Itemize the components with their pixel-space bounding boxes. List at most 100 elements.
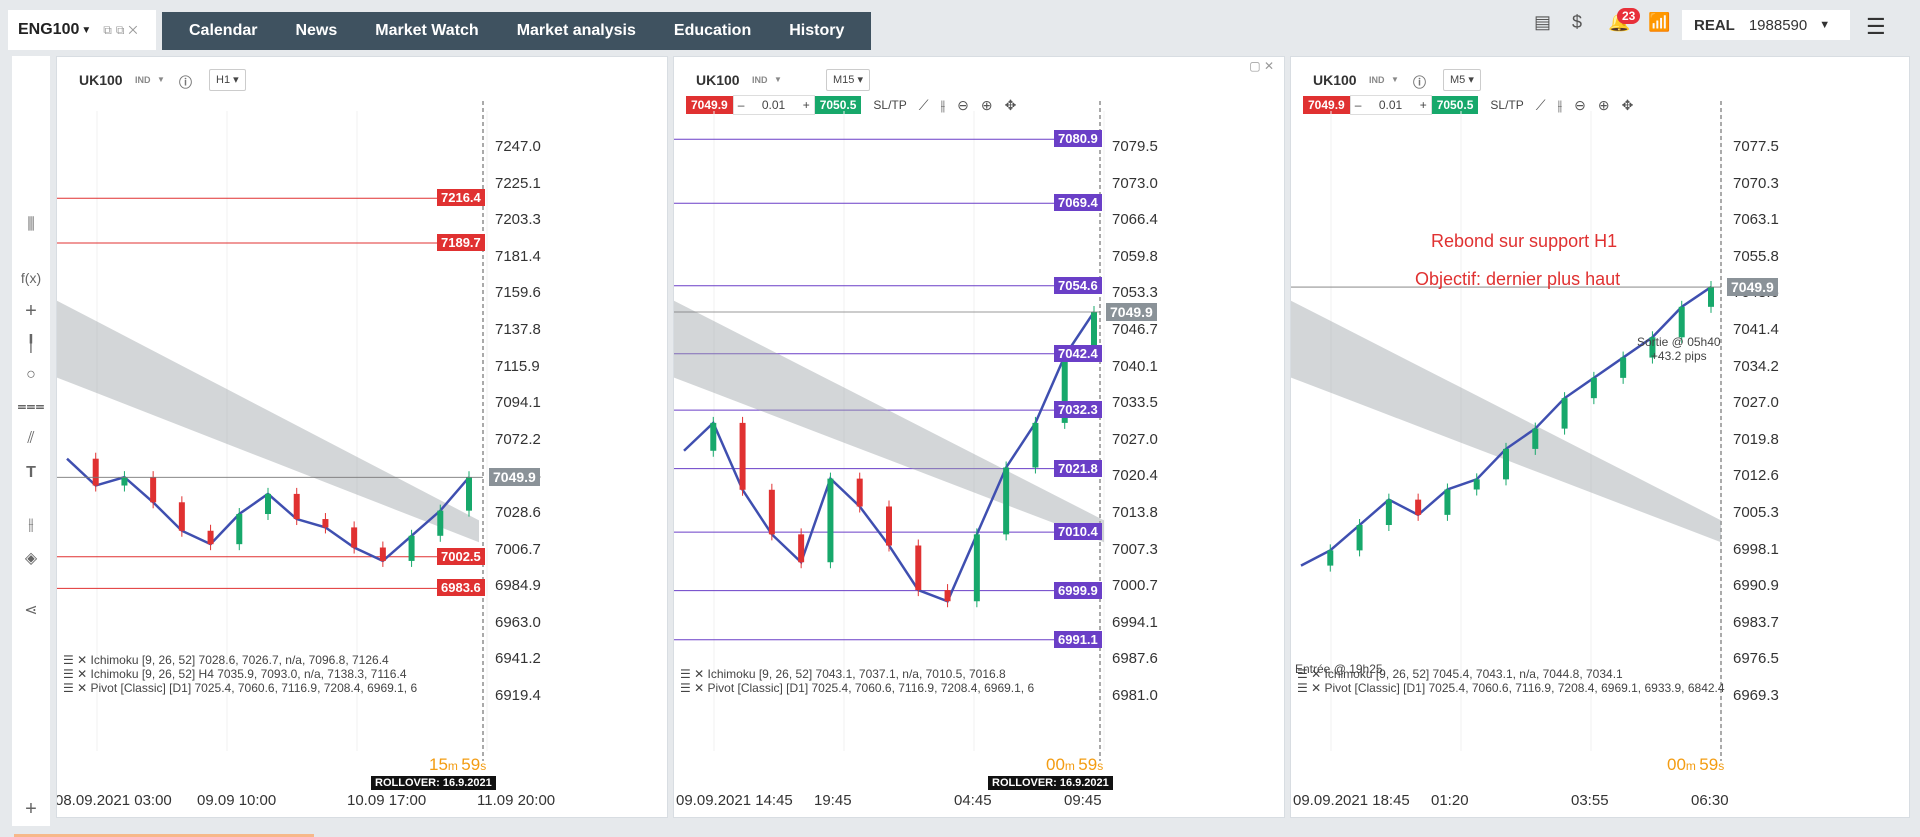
chart-panel-m15: UK100 IND ▼ M15 ▾ ▢ ✕ 7049.9 –0.01 + 7050… <box>673 56 1285 818</box>
lines-icon[interactable]: ⫽ <box>12 430 50 448</box>
candle-countdown: 00m 59s <box>1046 755 1103 775</box>
price-axis-label: 7034.2 <box>1733 357 1779 375</box>
countdown-unit: s <box>1097 759 1104 773</box>
countdown-unit: m <box>1685 759 1700 773</box>
candle-body <box>1444 489 1451 515</box>
timeframe-label: M5 <box>1450 74 1466 86</box>
candle-body <box>1032 422 1039 468</box>
candle-body <box>1678 306 1685 338</box>
window-controls-icon[interactable]: ⧉⧉✕ <box>103 23 141 38</box>
pen-icon[interactable]: ╿ <box>12 334 50 354</box>
level-label: 7021.8 <box>1054 459 1102 477</box>
candle-body <box>944 590 951 602</box>
candle-body <box>293 493 300 520</box>
price-axis-label: 7159.6 <box>495 284 541 302</box>
price-axis-label: 7007.3 <box>1112 540 1158 558</box>
timeframe-selector[interactable]: M5 ▾ <box>1443 69 1481 91</box>
layout-icon[interactable]: ▤ <box>1534 12 1551 42</box>
text-icon[interactable]: T <box>12 464 50 482</box>
candle-body <box>236 514 243 545</box>
instrument-tag: IND <box>1369 75 1385 85</box>
exit-note-line: Sortie @ 05h40 <box>1637 335 1721 349</box>
price-axis-label: 7006.7 <box>495 540 541 558</box>
timeframe-label: M15 <box>833 74 855 86</box>
chevron-down-icon[interactable]: ▼ <box>774 75 782 84</box>
price-axis-label: 6963.0 <box>495 613 541 631</box>
candle-body <box>408 535 415 561</box>
nav-market-analysis[interactable]: Market analysis <box>498 12 655 50</box>
candle-body <box>915 545 922 591</box>
time-axis-label: 09.09 10:00 <box>197 792 277 809</box>
time-axis-label: 09:45 <box>1064 792 1102 809</box>
nav-history[interactable]: History <box>770 12 863 50</box>
deposit-icon[interactable]: $ <box>1572 12 1582 42</box>
price-axis-label: 6987.6 <box>1112 650 1158 668</box>
hamburger-menu-icon[interactable]: ☰ <box>1866 14 1886 40</box>
price-axis-label: 7033.5 <box>1112 394 1158 412</box>
instrument-tag: IND <box>135 75 151 85</box>
main-nav: Calendar News Market Watch Market analys… <box>162 12 872 50</box>
chevron-down-icon[interactable]: ▼ <box>157 75 165 84</box>
time-axis-label: 06:30 <box>1691 792 1729 809</box>
circle-icon[interactable]: ○ <box>12 366 50 384</box>
symbol-label: UK100 <box>1313 72 1357 88</box>
level-label: 7054.6 <box>1054 276 1102 294</box>
candle-body <box>1590 377 1597 399</box>
candle-body <box>207 530 214 545</box>
countdown-seconds: 59 <box>1699 755 1719 774</box>
candle-body <box>150 477 157 503</box>
layers-icon[interactable]: ◈ <box>12 548 50 568</box>
account-selector[interactable]: REAL 1988590 ▼ <box>1682 10 1850 40</box>
account-number: 1988590 <box>1748 16 1808 34</box>
crosshair-icon[interactable]: + <box>12 300 50 323</box>
indicators-icon[interactable]: ⫲ <box>12 516 50 534</box>
price-chart[interactable] <box>57 101 668 818</box>
indicator-legend: ☰ ✕ Pivot [Classic] [D1] 7025.4, 7060.6,… <box>1297 681 1725 695</box>
bars-icon[interactable]: ⫼ <box>12 216 50 234</box>
info-icon[interactable]: ⓘ <box>179 72 192 91</box>
current-price-label: 7049.9 <box>489 468 540 487</box>
nav-education[interactable]: Education <box>655 12 770 50</box>
candle-body <box>798 534 805 563</box>
price-axis-label: 7072.2 <box>495 430 541 448</box>
price-axis-label: 7041.4 <box>1733 321 1779 338</box>
candle-body <box>1415 499 1422 515</box>
nav-news[interactable]: News <box>276 12 356 50</box>
candle-body <box>1503 448 1509 480</box>
time-axis-label: 09.09.2021 14:45 <box>676 792 793 809</box>
timeframe-selector[interactable]: M15 ▾ <box>826 69 870 91</box>
candle-body <box>379 547 386 561</box>
price-axis-label: 7073.0 <box>1112 174 1158 192</box>
chart-panel-m5: UK100 IND ▼ ⓘ M5 ▾ 7049.9 –0.01 + 7050.5 … <box>1290 56 1910 818</box>
nav-market-watch[interactable]: Market Watch <box>356 12 497 50</box>
price-chart[interactable] <box>1291 101 1910 818</box>
rollover-badge: ROLLOVER: 16.9.2021 <box>371 776 496 790</box>
window-controls-icon[interactable]: ▢ ✕ <box>1249 59 1274 73</box>
chevron-down-icon: ▼ <box>81 24 92 36</box>
price-axis-label: 6998.1 <box>1733 540 1779 558</box>
countdown-minutes: 15 <box>429 755 448 774</box>
indicator-legend: ☰ ✕ Ichimoku [9, 26, 52] 7043.1, 7037.1,… <box>680 667 1006 681</box>
candle-body <box>1708 287 1714 307</box>
fibonacci-icon[interactable]: ⩶ <box>12 398 50 416</box>
price-axis-label: 7019.8 <box>1733 430 1779 448</box>
countdown-minutes: 00 <box>1046 755 1065 774</box>
chevron-down-icon[interactable]: ▼ <box>1391 75 1399 84</box>
candle-body <box>827 478 834 563</box>
nav-calendar[interactable]: Calendar <box>170 12 276 50</box>
level-label: 6983.6 <box>437 579 485 597</box>
price-axis-label: 7137.8 <box>495 321 541 338</box>
price-axis-label: 6941.2 <box>495 650 541 668</box>
info-icon[interactable]: ⓘ <box>1413 72 1426 91</box>
level-label: 7189.7 <box>437 234 485 252</box>
time-axis-label: 09.09.2021 18:45 <box>1293 792 1410 809</box>
share-icon[interactable]: ⋖ <box>12 600 50 620</box>
timeframe-selector[interactable]: H1 ▾ <box>209 69 246 91</box>
price-chart[interactable] <box>674 101 1285 818</box>
top-bar: ENG100 ▼ ⧉⧉✕ Calendar News Market Watch … <box>0 0 1920 50</box>
price-axis-label: 7013.8 <box>1112 504 1158 521</box>
function-icon[interactable]: f(x) <box>12 270 50 286</box>
add-icon[interactable]: + <box>12 798 50 821</box>
instrument-selector[interactable]: ENG100 ▼ ⧉⧉✕ <box>8 10 156 50</box>
price-axis-label: 7027.0 <box>1733 394 1779 412</box>
